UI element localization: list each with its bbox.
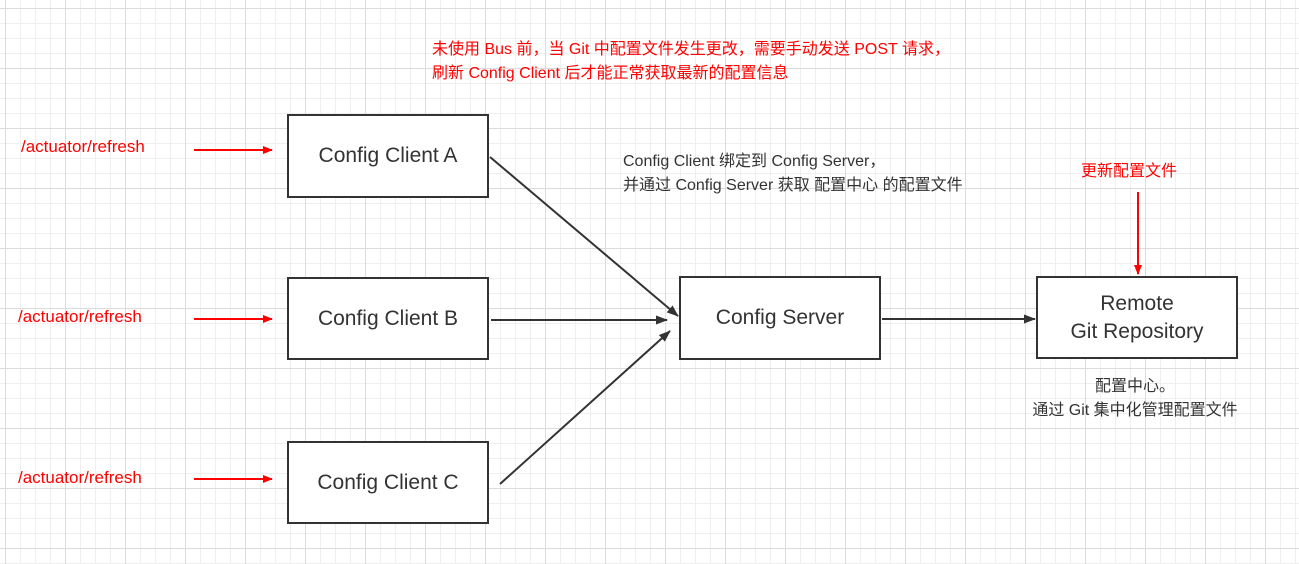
remote-git-repository-node[interactable]: Remote Git Repository	[1036, 276, 1238, 359]
title-note: 未使用 Bus 前，当 Git 中配置文件发生更改，需要手动发送 POST 请求…	[432, 41, 950, 82]
config-server-node[interactable]: Config Server	[679, 276, 881, 360]
refresh-endpoint-label-c: /actuator/refresh	[18, 468, 142, 487]
update-config-note: 更新配置文件	[1081, 163, 1178, 180]
edge-client-c-to-server	[499, 330, 671, 485]
config-client-a-node[interactable]: Config Client A	[287, 114, 489, 198]
repo-description-note: 配置中心。 通过 Git 集中化管理配置文件	[1032, 378, 1238, 419]
config-client-b-node[interactable]: Config Client B	[287, 277, 489, 360]
refresh-endpoint-label-a: /actuator/refresh	[21, 137, 145, 156]
diagram-canvas: 未使用 Bus 前，当 Git 中配置文件发生更改，需要手动发送 POST 请求…	[0, 0, 1299, 564]
binding-note: Config Client 绑定到 Config Server， 并通过 Con…	[623, 153, 963, 194]
refresh-endpoint-label-b: /actuator/refresh	[18, 307, 142, 326]
config-client-c-node[interactable]: Config Client C	[287, 441, 489, 524]
